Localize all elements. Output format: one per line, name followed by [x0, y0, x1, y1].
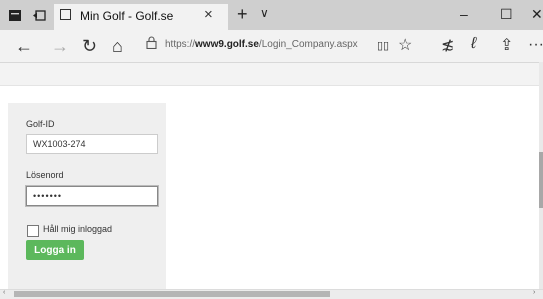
browser-tab[interactable]: Min Golf - Golf.se ×	[54, 4, 228, 30]
more-icon[interactable]: ···	[528, 36, 543, 54]
set-tabs-aside-icon[interactable]	[30, 7, 48, 23]
login-panel: Golf-ID WX1003-274 Lösenord ••••••• Håll…	[8, 103, 166, 290]
tab-actions-icon[interactable]	[6, 7, 24, 23]
reading-view-icon[interactable]: ▯▯	[377, 39, 389, 52]
tab-preview-chevron-icon[interactable]: ∨	[260, 6, 269, 20]
maximize-button[interactable]: ☐	[500, 6, 513, 23]
browser-navbar: ← → ↻ ⌂ https://www9.golf.se/Login_Compa…	[0, 30, 543, 63]
horizontal-scroll-thumb[interactable]	[14, 291, 330, 297]
tab-close-icon[interactable]: ×	[204, 6, 213, 23]
forward-button[interactable]: →	[51, 36, 69, 57]
tab-title: Min Golf - Golf.se	[80, 9, 174, 23]
remember-me-label: Håll mig inloggad	[43, 224, 113, 234]
scroll-right-arrow-icon[interactable]: ›	[533, 289, 535, 296]
password-label: Lösenord	[26, 170, 64, 180]
golf-id-input[interactable]: WX1003-274	[26, 134, 158, 154]
url-text: https://www9.golf.se/Login_Company.aspx	[165, 39, 358, 50]
close-window-button[interactable]: ✕	[531, 6, 543, 23]
address-bar[interactable]: https://www9.golf.se/Login_Company.aspx	[146, 35, 394, 57]
vertical-scroll-thumb[interactable]	[539, 152, 543, 208]
remember-me-checkbox[interactable]	[27, 225, 39, 237]
password-input[interactable]: •••••••	[26, 186, 158, 206]
lock-icon	[146, 36, 157, 52]
page-header-bar	[0, 63, 543, 86]
scroll-left-arrow-icon[interactable]: ‹	[3, 289, 5, 296]
golf-id-label: Golf-ID	[26, 119, 55, 129]
login-button[interactable]: Logga in	[26, 240, 84, 260]
hub-icon[interactable]: ≴	[441, 35, 454, 55]
page-icon	[60, 9, 71, 20]
new-tab-button[interactable]: +	[237, 4, 248, 25]
home-button[interactable]: ⌂	[112, 36, 123, 57]
minimize-button[interactable]: –	[460, 6, 468, 22]
refresh-button[interactable]: ↻	[82, 36, 97, 57]
share-icon[interactable]: ⇪	[500, 35, 513, 55]
favorite-star-icon[interactable]: ☆	[398, 35, 412, 55]
back-button[interactable]: ←	[15, 36, 33, 57]
browser-titlebar: Min Golf - Golf.se × + ∨ – ☐ ✕	[0, 0, 543, 30]
web-notes-icon[interactable]: ℓ	[471, 35, 476, 53]
